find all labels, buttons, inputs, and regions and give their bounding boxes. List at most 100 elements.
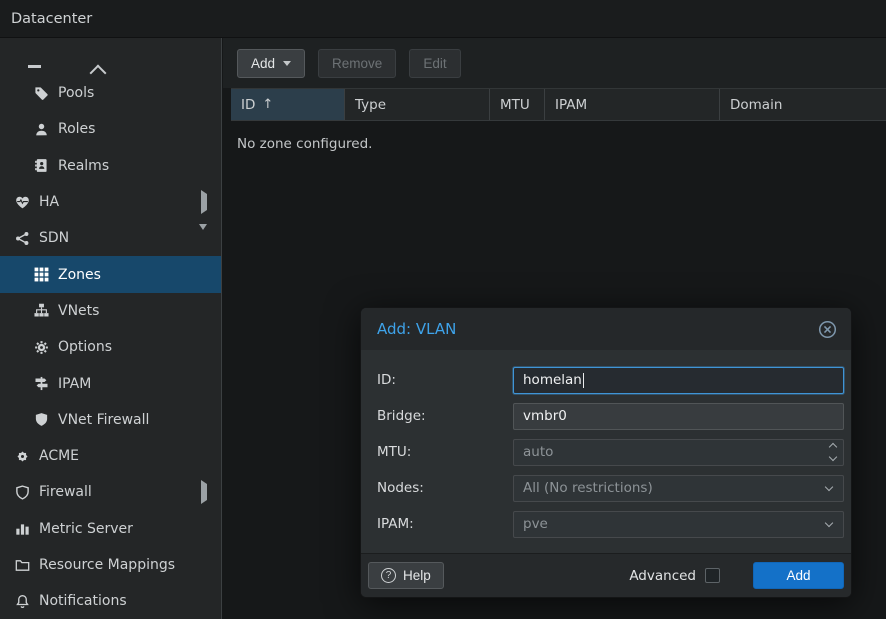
top-bar: Datacenter (0, 0, 886, 38)
remove-zone-button[interactable]: Remove (318, 49, 396, 78)
advanced-label: Advanced (629, 568, 696, 584)
clipped-icon-fragment (28, 65, 41, 69)
sidebar-item-firewall[interactable]: Firewall (0, 474, 221, 510)
sidebar-item-partial[interactable] (0, 38, 221, 75)
form-row-bridge: Bridge: vmbr0 (377, 398, 844, 434)
id-input-value: homelan (523, 372, 582, 388)
column-header-id[interactable]: ID ↑ (231, 89, 345, 120)
submit-add-button-label: Add (786, 568, 810, 583)
add-zone-button-label: Add (251, 56, 275, 71)
sidebar-item-roles[interactable]: Roles (0, 111, 221, 147)
sidebar-item-sdn[interactable]: SDN (0, 220, 221, 256)
bridge-input[interactable]: vmbr0 (513, 403, 844, 430)
dialog-form: ID: homelan Bridge: vmbr0 MTU: auto (361, 350, 851, 553)
sidebar-item-label: SDN (39, 230, 69, 246)
form-row-nodes: Nodes: All (No restrictions) (377, 470, 844, 506)
sitemap-icon (33, 303, 49, 319)
mtu-field-label: MTU: (377, 444, 513, 460)
id-field-label: ID: (377, 372, 513, 388)
mtu-spinner[interactable]: auto (513, 439, 844, 466)
sidebar-item-label: HA (39, 194, 59, 210)
add-zone-button[interactable]: Add (237, 49, 305, 78)
share-network-icon (14, 230, 30, 246)
sidebar-item-label: VNet Firewall (58, 412, 149, 428)
column-header-mtu[interactable]: MTU (490, 89, 545, 120)
question-icon: ? (381, 568, 396, 583)
chevron-right-icon[interactable] (201, 194, 207, 210)
chevron-down-icon[interactable] (199, 230, 207, 246)
column-header-domain[interactable]: Domain (720, 89, 886, 120)
gear-icon (33, 339, 49, 355)
sidebar-item-acme[interactable]: ACME (0, 438, 221, 474)
empty-table-message: No zone configured. (223, 121, 886, 167)
footer-right-group: Advanced Add (629, 562, 844, 589)
sort-ascending-icon: ↑ (262, 97, 273, 112)
chevron-down-icon (825, 518, 833, 526)
advanced-checkbox[interactable] (705, 568, 720, 583)
sidebar-item-options[interactable]: Options (0, 329, 221, 365)
form-row-id: ID: homelan (377, 362, 844, 398)
sidebar-item-pools[interactable]: Pools (0, 75, 221, 111)
sidebar-item-ipam[interactable]: IPAM (0, 365, 221, 401)
nodes-field-label: Nodes: (377, 480, 513, 496)
remove-zone-button-label: Remove (332, 56, 382, 71)
sidebar: Pools Roles Realms HA SDN Zones VNets Op… (0, 38, 222, 619)
dialog-footer: ? Help Advanced Add (361, 553, 851, 597)
column-header-ipam[interactable]: IPAM (545, 89, 720, 120)
user-icon (33, 121, 49, 137)
zones-toolbar: Add Remove Edit (223, 38, 886, 88)
sidebar-item-label: Metric Server (39, 521, 133, 537)
mtu-placeholder: auto (523, 444, 553, 460)
help-button-label: Help (403, 568, 431, 583)
sidebar-item-label: Pools (58, 85, 94, 101)
sidebar-item-zones[interactable]: Zones (0, 256, 221, 292)
chevron-right-icon[interactable] (201, 484, 207, 500)
bridge-input-value: vmbr0 (523, 408, 567, 424)
sidebar-item-metric-server[interactable]: Metric Server (0, 511, 221, 547)
sidebar-item-label: Options (58, 339, 112, 355)
dialog-title: Add: VLAN (377, 320, 456, 338)
ipam-select-value: pve (523, 516, 548, 532)
sidebar-item-label: Firewall (39, 484, 92, 500)
sidebar-item-label: Resource Mappings (39, 557, 175, 573)
bell-icon (14, 593, 30, 609)
sidebar-item-notifications[interactable]: Notifications (0, 583, 221, 619)
help-button[interactable]: ? Help (368, 562, 444, 589)
submit-add-button[interactable]: Add (753, 562, 844, 589)
sidebar-item-vnets[interactable]: VNets (0, 293, 221, 329)
nodes-select[interactable]: All (No restrictions) (513, 475, 844, 502)
id-input[interactable]: homelan (513, 367, 844, 394)
folder-icon (14, 557, 30, 573)
clipped-caret-fragment (90, 65, 107, 75)
edit-zone-button[interactable]: Edit (409, 49, 460, 78)
dialog-header[interactable]: Add: VLAN (361, 308, 851, 350)
column-header-type[interactable]: Type (345, 89, 490, 120)
sidebar-item-vnet-firewall[interactable]: VNet Firewall (0, 402, 221, 438)
chevron-down-icon (825, 482, 833, 490)
datacenter-title: Datacenter (11, 11, 92, 27)
ipam-field-label: IPAM: (377, 516, 513, 532)
tags-icon (33, 85, 49, 101)
sidebar-item-label: Zones (58, 267, 101, 283)
sidebar-item-label: ACME (39, 448, 79, 464)
form-row-ipam: IPAM: pve (377, 506, 844, 542)
spinner-arrows-icon[interactable] (830, 444, 836, 460)
ipam-select[interactable]: pve (513, 511, 844, 538)
sidebar-item-resource-mappings[interactable]: Resource Mappings (0, 547, 221, 583)
sidebar-item-realms[interactable]: Realms (0, 148, 221, 184)
map-signs-icon (33, 376, 49, 392)
bar-chart-icon (14, 521, 30, 537)
zones-table-header: ID ↑ Type MTU IPAM Domain (231, 88, 886, 121)
shield-icon (14, 484, 30, 500)
close-icon[interactable] (818, 320, 837, 339)
chevron-down-icon (283, 61, 291, 66)
heartbeat-icon (14, 194, 30, 210)
shield-icon (33, 412, 49, 428)
sidebar-item-label: Notifications (39, 593, 127, 609)
text-cursor (583, 373, 584, 388)
certificate-icon (14, 448, 30, 464)
bridge-field-label: Bridge: (377, 408, 513, 424)
address-book-icon (33, 158, 49, 174)
nodes-select-value: All (No restrictions) (523, 480, 653, 496)
sidebar-item-ha[interactable]: HA (0, 184, 221, 220)
